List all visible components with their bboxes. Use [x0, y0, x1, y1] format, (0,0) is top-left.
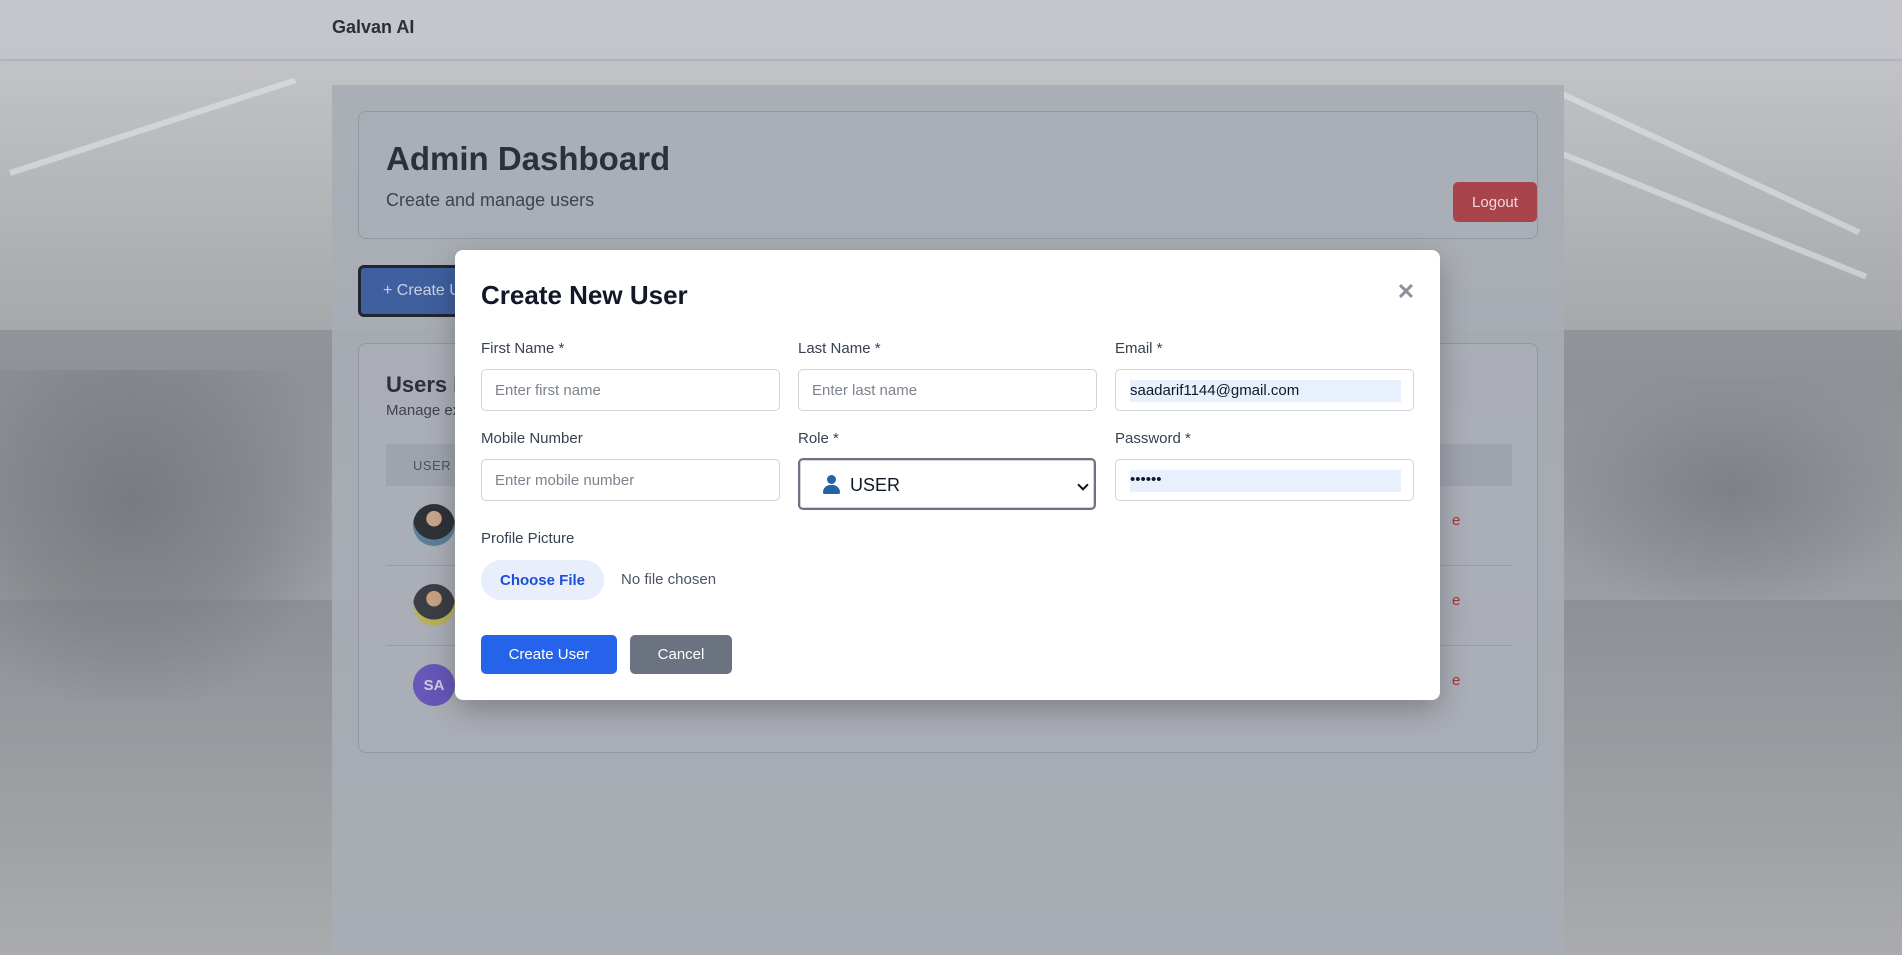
close-icon[interactable]: ✕ — [1394, 280, 1418, 304]
last-name-input[interactable] — [798, 369, 1097, 411]
logout-button[interactable]: Logout — [1453, 182, 1537, 222]
page-subtitle: Create and manage users — [386, 190, 595, 210]
autofill-highlight — [1130, 470, 1401, 492]
top-navbar: Galvan AI — [0, 0, 1902, 59]
avatar: SA — [413, 664, 455, 706]
avatar — [413, 504, 455, 546]
file-status: No file chosen — [621, 571, 717, 588]
first-name-label: First Name * — [481, 340, 565, 357]
create-user-modal: Create New User ✕ First Name * Last Name… — [455, 250, 1440, 700]
page-title: Admin Dashboard — [386, 140, 671, 177]
password-field[interactable]: •••••• — [1115, 459, 1414, 501]
email-value: saadarif1144@gmail.com — [1130, 382, 1300, 399]
person-icon — [822, 475, 840, 495]
background-people — [0, 370, 330, 700]
email-field[interactable]: saadarif1144@gmail.com — [1115, 369, 1414, 411]
password-label: Password * — [1115, 430, 1191, 447]
last-name-label: Last Name * — [798, 340, 881, 357]
role-select[interactable]: USER — [798, 458, 1096, 510]
email-label: Email * — [1115, 340, 1163, 357]
mobile-label: Mobile Number — [481, 430, 583, 447]
dashboard-header-card: Admin Dashboard Create and manage users … — [358, 111, 1538, 239]
profile-picture-label: Profile Picture — [481, 530, 575, 547]
delete-link[interactable]: e — [1452, 672, 1466, 690]
create-user-button[interactable]: Create User — [481, 635, 617, 674]
first-name-input[interactable] — [481, 369, 780, 411]
choose-file-button[interactable]: Choose File — [481, 560, 604, 600]
mobile-input[interactable] — [481, 459, 780, 501]
delete-link[interactable]: e — [1452, 592, 1466, 610]
password-value: •••••• — [1130, 471, 1162, 488]
column-header-user: USER — [413, 458, 452, 473]
avatar — [413, 584, 455, 626]
chevron-down-icon — [1077, 479, 1089, 491]
role-value: USER — [850, 475, 901, 495]
brand-logo[interactable]: Galvan AI — [332, 17, 414, 38]
background-people — [1560, 380, 1902, 600]
cancel-button[interactable]: Cancel — [630, 635, 732, 674]
role-label: Role * — [798, 430, 839, 447]
delete-link[interactable]: e — [1452, 512, 1466, 530]
modal-title: Create New User — [481, 280, 688, 310]
